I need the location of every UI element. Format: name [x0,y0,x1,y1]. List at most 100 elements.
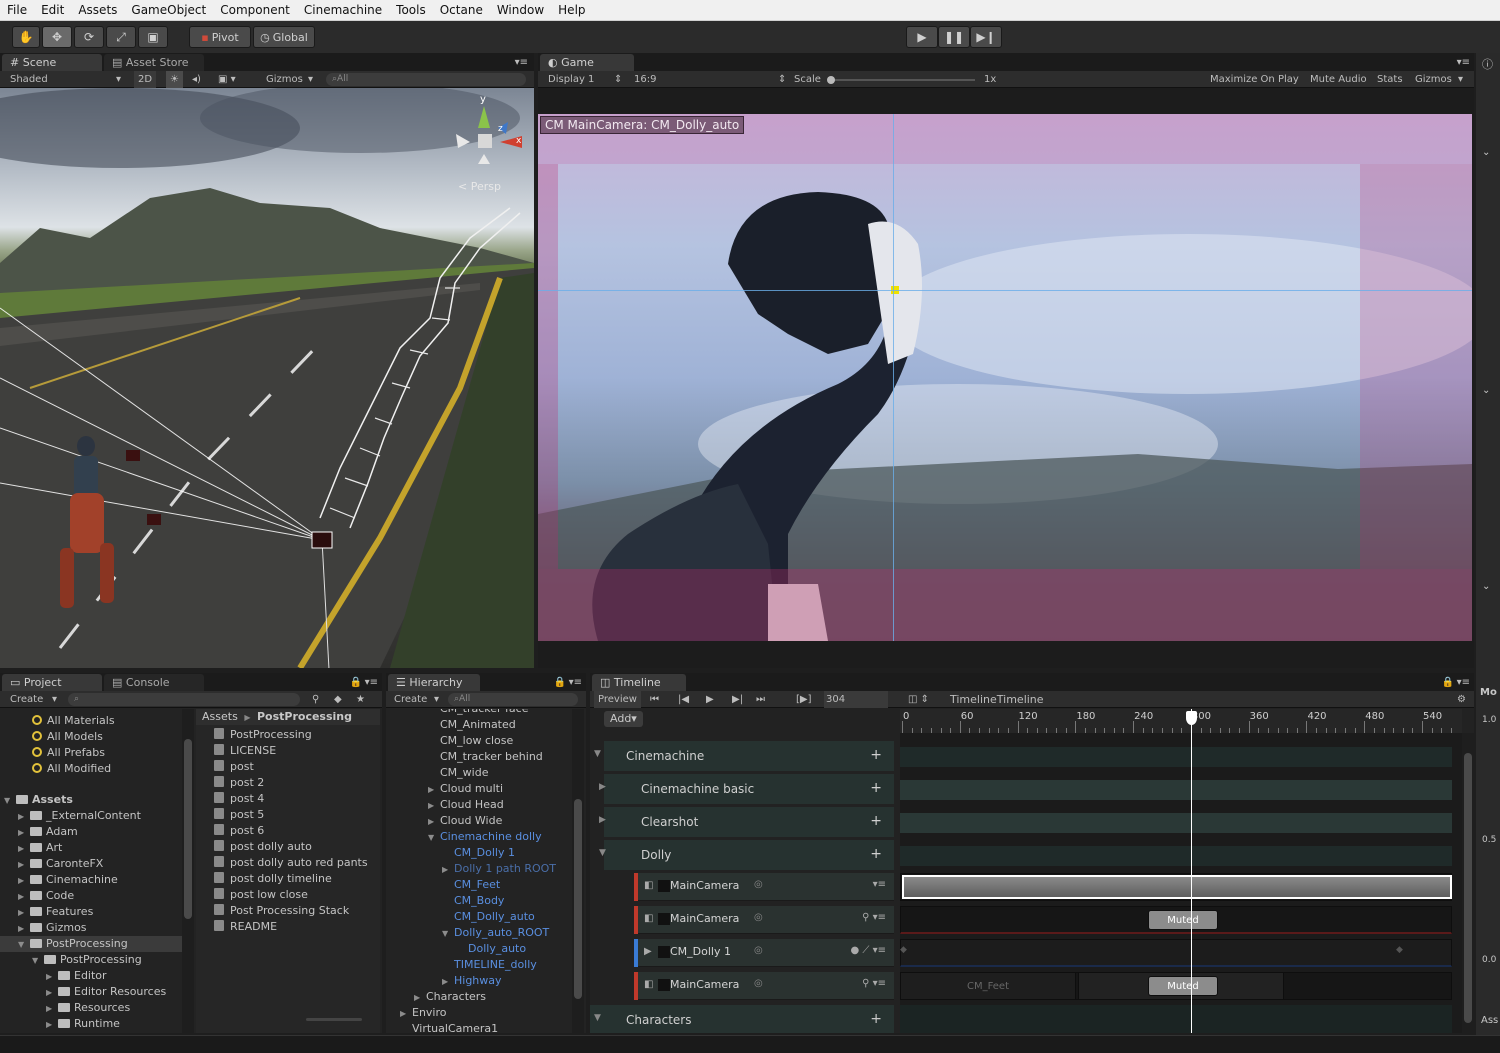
track-options-icon[interactable]: ⚲ ▾≡ [862,912,886,923]
favorite-star-icon[interactable]: ★ [356,691,365,708]
track-group[interactable]: ▼ Dolly + [599,840,894,870]
timeline-clip-area[interactable]: 0 60 120 180 240 300 360 420 480 540 Muted ◆ ◆ CM_Fe… [900,709,1462,1033]
project-tree-scroll-thumb[interactable] [184,739,192,919]
stats-toggle[interactable]: Stats [1377,71,1403,88]
tab-game[interactable]: ◐ Game [540,54,634,71]
file-item[interactable]: post low close [214,887,308,903]
expand-arrow-icon[interactable]: ▶ [18,921,26,937]
scene-search-input[interactable]: ⌕All [326,73,526,86]
folder-item[interactable]: ▶ Gizmos [0,920,182,936]
hierarchy-item[interactable]: ▶ Enviro [400,1005,447,1021]
assets-root[interactable]: ▼ Assets [4,792,73,808]
hierarchy-item[interactable]: CM_Feet [442,877,500,893]
game-gizmos-dropdown[interactable]: Gizmos [1415,71,1452,88]
folder-item[interactable]: ▶ Editor [46,968,107,984]
expand-arrow-icon[interactable]: ▶ [46,1001,54,1017]
file-item[interactable]: post 4 [214,791,264,807]
menu-window[interactable]: Window [490,3,551,17]
menu-tools[interactable]: Tools [389,3,433,17]
playhead[interactable] [1185,709,1197,1033]
muted-badge[interactable]: Muted [1148,976,1218,996]
project-lock-icon[interactable]: 🔒 [350,674,362,691]
scale-slider[interactable] [827,76,975,84]
menu-edit[interactable]: Edit [34,3,71,17]
hierarchy-item[interactable]: CM_low close [428,733,513,749]
hierarchy-item[interactable]: CM_tracker face [428,709,529,717]
file-item[interactable]: README [214,919,277,935]
timeline-scrollbar[interactable] [1462,733,1474,1033]
menu-assets[interactable]: Assets [71,3,124,17]
track-options-icon[interactable]: ● ⟋ ▾≡ [851,945,886,956]
file-item[interactable]: post dolly auto red pants [214,855,368,871]
hierarchy-item[interactable]: CM_tracker behind [428,749,543,765]
folder-item[interactable]: ▶ Art [0,840,182,856]
expand-arrow-icon[interactable]: ▶ [442,974,450,990]
animation-clip[interactable] [902,875,1452,899]
expand-arrow-icon[interactable]: ▶ [414,990,422,1006]
hierarchy-item[interactable]: ▶ Highway [442,973,502,989]
folder-item[interactable]: ▼ PostProcessing [0,936,182,952]
favorite-item[interactable]: All Prefabs [32,745,105,761]
add-to-group-button[interactable]: + [870,846,882,862]
cm-feet-clip[interactable]: CM_Feet [900,972,1076,1000]
object-picker-icon[interactable]: ◎ [754,879,763,890]
file-item[interactable]: post [214,759,254,775]
group-arrow-icon[interactable]: ▼ [594,1013,601,1023]
expand-arrow-icon[interactable]: ▶ [428,798,436,814]
favorite-item[interactable]: All Materials [32,713,115,729]
tab-asset-store[interactable]: ▤ Asset Store [104,54,204,71]
folder-item[interactable]: ▶ Adam [0,824,182,840]
expand-arrow-icon[interactable]: ▼ [18,937,26,953]
track-options-icon[interactable]: ⚲ ▾≡ [862,978,886,989]
expand-arrow-icon[interactable]: ▶ [428,782,436,798]
hierarchy-scrollbar[interactable] [572,709,584,1033]
timeline-track[interactable]: ◧ MainCamera ◎ ▾≡ [634,873,894,901]
play-button[interactable]: ▶ [906,26,938,48]
folder-item[interactable]: ▶ _ExternalContent [0,808,182,824]
group-arrow-icon[interactable]: ▼ [599,848,606,858]
menu-file[interactable]: File [0,3,34,17]
object-picker-icon[interactable]: ◎ [754,912,763,923]
group-arrow-icon[interactable]: ▶ [599,815,606,825]
hierarchy-item[interactable]: CM_wide [428,765,488,781]
hierarchy-scroll-thumb[interactable] [574,799,582,999]
playhead-handle[interactable] [1185,711,1197,725]
prev-frame-icon[interactable]: |◀ [678,691,689,708]
folder-item[interactable]: ▶ CaronteFX [0,856,182,872]
lighting-icon[interactable]: ☀ [166,71,183,88]
timeline-ruler[interactable]: 0 60 120 180 240 300 360 420 480 540 [900,709,1462,733]
menu-gameobject[interactable]: GameObject [124,3,213,17]
hierarchy-item[interactable]: CM_Body [442,893,504,909]
track-group[interactable]: ▼ Cinemachine + [594,741,894,771]
rotate-tool-button[interactable]: ⟳ [74,26,104,48]
expand-arrow-icon[interactable]: ▼ [442,926,450,942]
aspect-dropdown[interactable]: 16:9 [634,71,656,88]
expand-arrow-icon[interactable]: ▶ [18,905,26,921]
keyframe-icon[interactable]: ◆ [900,945,907,955]
collapse-icon-1[interactable]: ⌄ [1482,147,1490,158]
breadcrumb-current[interactable]: PostProcessing [257,710,352,723]
hierarchy-item[interactable]: ▶ Cloud Wide [428,813,502,829]
display-dropdown[interactable]: Display 1 [548,71,594,88]
shading-dropdown[interactable]: Shaded [10,71,48,88]
audio-icon[interactable]: ◂) [192,71,201,88]
gizmos-dropdown[interactable]: Gizmos [266,71,303,88]
expand-arrow-icon[interactable]: ▼ [32,953,40,969]
game-menu-icon[interactable]: ▾≡ [1457,54,1470,71]
scene-menu-icon[interactable]: ▾≡ [515,54,528,71]
folder-item[interactable]: ▶ Cinemachine [0,872,182,888]
menu-component[interactable]: Component [213,3,297,17]
hierarchy-item[interactable]: VirtualCamera1 [400,1021,498,1033]
file-item[interactable]: post dolly timeline [214,871,332,887]
mute-audio-toggle[interactable]: Mute Audio [1310,71,1367,88]
effects-icon[interactable]: ▣ ▾ [218,71,236,88]
folder-item[interactable]: ▶ Editor Resources [46,984,166,1000]
folder-item[interactable]: ▼ PostProcessing [32,952,142,968]
hierarchy-item[interactable]: ▼ Cinemachine dolly [428,829,542,845]
hierarchy-item[interactable]: CM_Dolly 1 [442,845,515,861]
expand-arrow-icon[interactable]: ▶ [400,1006,408,1022]
hierarchy-item[interactable]: ▶ Characters [414,989,486,1005]
project-create-button[interactable]: Create [10,691,43,708]
timeline-menu-icon[interactable]: ▾≡ [1457,674,1470,691]
expand-arrow-icon[interactable]: ▶ [18,873,26,889]
